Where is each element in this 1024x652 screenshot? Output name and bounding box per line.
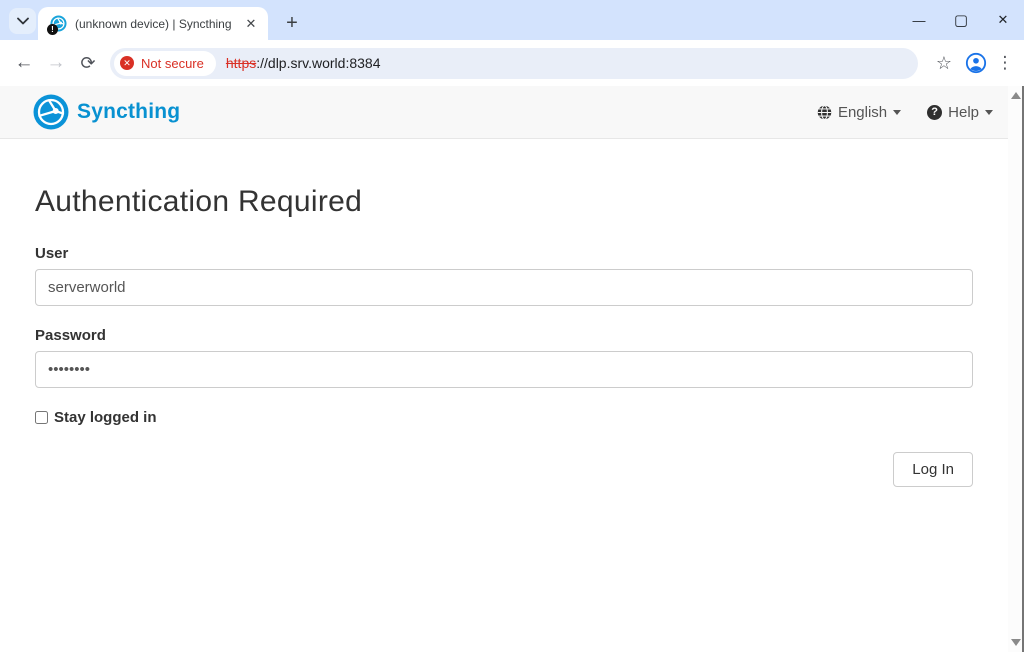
help-icon: ? [927, 104, 943, 120]
password-label: Password [35, 327, 106, 344]
tab-search-button[interactable] [9, 8, 36, 34]
not-secure-badge[interactable]: ✕ Not secure [114, 50, 216, 76]
button-row: Log In [35, 452, 973, 487]
address-bar[interactable]: ✕ Not secure https://dlp.srv.world:8384 [110, 47, 918, 79]
user-label: User [35, 245, 69, 262]
profile-icon[interactable] [960, 47, 992, 79]
globe-icon [817, 104, 832, 120]
not-secure-icon: ✕ [120, 56, 134, 70]
window-controls: — ▢ ✕ [898, 0, 1024, 40]
page-viewport: Syncthing English ? Help Authentication … [0, 86, 1024, 652]
tab-strip: ! (unknown device) | Syncthing ✕ + — ▢ ✕ [0, 0, 1024, 40]
new-tab-button[interactable]: + [278, 9, 306, 37]
user-input[interactable] [35, 269, 973, 306]
scroll-down-icon[interactable] [1011, 639, 1021, 646]
minimize-icon[interactable]: — [898, 4, 940, 36]
language-label: English [837, 103, 888, 121]
browser-toolbar: ← → ⟳ ✕ Not secure https://dlp.srv.world… [0, 40, 1024, 86]
password-field-group: Password [35, 327, 973, 388]
navbar-right: English ? Help [817, 104, 993, 121]
scrollbar[interactable] [1008, 86, 1024, 652]
stay-logged-in-checkbox[interactable] [35, 411, 48, 424]
syncthing-brand[interactable]: Syncthing [33, 94, 180, 130]
url-text[interactable]: https://dlp.srv.world:8384 [226, 55, 381, 71]
toolbar-right: ☆ ⋮ [928, 47, 1018, 79]
url-rest: ://dlp.srv.world:8384 [256, 55, 381, 71]
syncthing-logo-icon [33, 94, 69, 130]
forward-icon[interactable]: → [40, 47, 72, 79]
page-title: Authentication Required [35, 185, 363, 218]
brand-name: Syncthing [77, 100, 181, 123]
syncthing-favicon-icon: ! [47, 15, 67, 35]
help-dropdown[interactable]: ? Help [927, 104, 993, 121]
browser-tab[interactable]: ! (unknown device) | Syncthing ✕ [38, 7, 268, 40]
bookmark-star-icon[interactable]: ☆ [928, 53, 960, 74]
not-secure-label: Not secure [141, 55, 204, 71]
caret-down-icon [985, 109, 993, 119]
caret-down-icon [893, 109, 902, 119]
maximize-icon[interactable]: ▢ [940, 4, 982, 36]
close-window-icon[interactable]: ✕ [982, 4, 1024, 36]
browser-window: ! (unknown device) | Syncthing ✕ + — ▢ ✕… [0, 0, 1024, 652]
log-in-button[interactable]: Log In [893, 452, 973, 487]
stay-logged-in-row: Stay logged in [35, 409, 973, 426]
login-content: Authentication Required User Password St… [0, 139, 1008, 652]
reload-icon[interactable]: ⟳ [72, 47, 104, 79]
tab-close-icon[interactable]: ✕ [242, 15, 260, 33]
stay-logged-in-label: Stay logged in [54, 409, 157, 426]
help-label: Help [948, 103, 979, 121]
password-input[interactable] [35, 351, 973, 388]
scroll-up-icon[interactable] [1011, 92, 1021, 99]
syncthing-navbar: Syncthing English ? Help [0, 86, 1008, 139]
back-icon[interactable]: ← [8, 47, 40, 79]
tab-title: (unknown device) | Syncthing [75, 16, 232, 31]
favicon-error-badge: ! [47, 24, 58, 35]
menu-dots-icon[interactable]: ⋮ [992, 53, 1018, 73]
language-dropdown[interactable]: English [817, 103, 902, 121]
chevron-down-icon [16, 17, 29, 25]
user-field-group: User [35, 245, 973, 306]
url-scheme: https [225, 55, 257, 71]
